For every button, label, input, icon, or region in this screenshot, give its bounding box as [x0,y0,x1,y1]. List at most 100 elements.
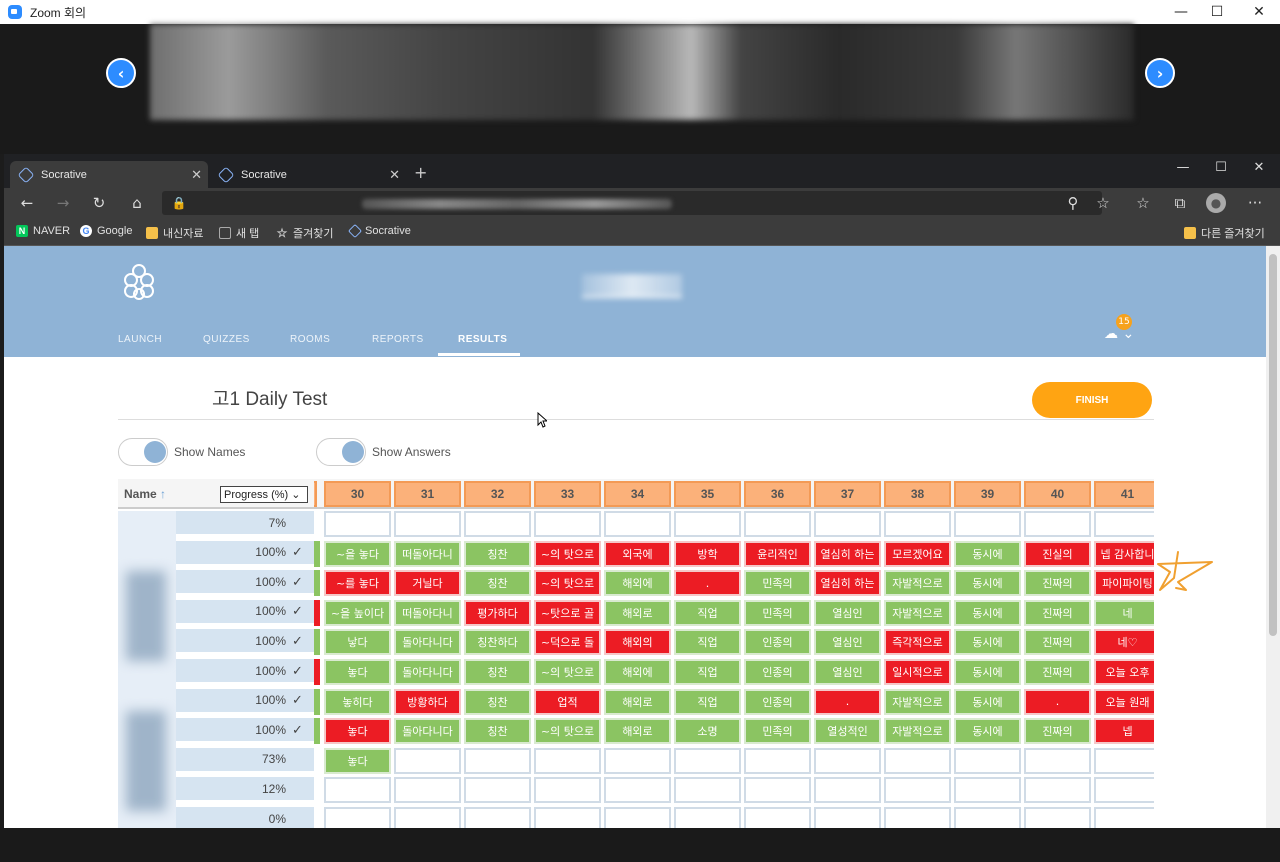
scrollbar-thumb[interactable] [1269,254,1277,636]
answer-cell-empty[interactable] [814,511,881,537]
question-header-33[interactable]: 33 [534,481,601,507]
answer-cell-correct[interactable]: 자발적으로 [884,570,951,597]
answer-cell-partial[interactable] [314,718,320,745]
progress-sort-select[interactable]: Progress (%) ⌄ [220,486,308,503]
answer-cell-wrong[interactable]: 네♡ [1094,629,1154,656]
collections-icon[interactable]: ⧉ [1169,193,1191,213]
answer-cell-empty[interactable] [1094,807,1154,828]
answer-cell-wrong[interactable]: 방학 [674,540,741,567]
answer-cell-correct[interactable]: 자발적으로 [884,718,951,745]
answer-cell-correct[interactable]: 칭찬 [464,688,531,715]
answer-cell-wrong[interactable]: 일시적으로 [884,659,951,685]
page-scrollbar[interactable] [1266,246,1280,828]
answer-cell-correct[interactable]: 자발적으로 [884,599,951,626]
answer-cell-empty[interactable] [1024,747,1091,774]
answer-cell-partial[interactable] [314,688,320,715]
question-header-41[interactable]: 41 [1094,481,1154,507]
profile-icon[interactable]: ● [1206,193,1226,213]
answer-cell-wrong[interactable]: 파이파이팅 [1094,570,1154,597]
nav-quizzes[interactable]: QUIZZES [203,334,250,345]
answer-cell-empty[interactable] [1024,777,1091,804]
tab-close-icon[interactable]: ✕ [389,167,400,183]
show-answers-toggle[interactable]: Show Answers [316,438,451,466]
answer-cell-wrong[interactable]: 넵 [1094,718,1154,745]
answer-cell-correct[interactable]: 돌아다니다 [394,659,461,685]
answer-cell-correct[interactable]: 진짜의 [1024,629,1091,656]
answer-cell-empty[interactable] [1094,747,1154,774]
bookmark-naver[interactable]: N NAVER [16,225,70,237]
answer-cell-correct[interactable]: ~의 탓으로 [534,718,601,745]
answer-cell-wrong[interactable]: ~탓으로 골 [534,599,601,626]
answer-cell-empty[interactable] [814,747,881,774]
answer-cell-correct[interactable]: 진짜의 [1024,599,1091,626]
answer-cell-empty[interactable] [604,747,671,774]
answer-cell-correct[interactable]: 동시에 [954,599,1021,626]
answer-cell-wrong[interactable]: ~의 탓으로 [534,540,601,567]
answer-cell-wrong[interactable]: ~를 놓다 [324,570,391,597]
answer-cell-correct[interactable]: 해외로 [604,599,671,626]
answer-cell-empty[interactable] [814,777,881,804]
new-tab-button[interactable]: + [414,163,427,182]
bookmark-new-tab[interactable]: 새 탭 [219,225,259,241]
answer-cell-correct[interactable]: 칭찬 [464,659,531,685]
home-icon[interactable]: ⌂ [126,193,148,213]
answer-cell-empty[interactable] [394,747,461,774]
answer-cell-empty[interactable] [674,777,741,804]
answer-cell-wrong[interactable]: 외국에 [604,540,671,567]
answer-cell-correct[interactable]: 민족의 [744,570,811,597]
answer-cell-empty[interactable] [394,777,461,804]
answer-cell-empty[interactable] [884,807,951,828]
answer-cell-correct[interactable]: 진짜의 [1024,570,1091,597]
answer-cell-empty[interactable] [954,807,1021,828]
toggle-switch[interactable] [316,438,366,466]
socrative-logo-icon[interactable] [122,264,156,300]
answer-cell-empty[interactable] [674,747,741,774]
bookmark-favorites[interactable]: ☆ 즐겨찾기 [276,225,334,241]
refresh-icon[interactable]: ↻ [88,193,110,213]
answer-cell-empty[interactable] [394,807,461,828]
answer-cell-correct[interactable]: 놓다 [324,659,391,685]
answer-cell-wrong[interactable]: 오늘 오후 [1094,659,1154,685]
answer-cell-wrong[interactable]: 방황하다 [394,688,461,715]
bookmark-folder-naesin[interactable]: 내신자료 [146,225,203,241]
name-column-header[interactable]: Name ↑ [124,487,166,501]
answer-cell-empty[interactable] [394,511,461,537]
tab-socrative-1[interactable]: Socrative ✕ [10,161,208,188]
answer-cell-correct[interactable]: 열심인 [814,599,881,626]
answer-cell-empty[interactable] [464,777,531,804]
answer-cell-empty[interactable] [1094,511,1154,537]
answer-cell-correct[interactable]: ~을 높이다 [324,599,391,626]
tab-close-icon[interactable]: ✕ [191,167,202,183]
answer-cell-wrong[interactable]: 평가하다 [464,599,531,626]
answer-cell-empty[interactable] [534,511,601,537]
answer-cell-wrong[interactable]: 오늘 원래 [1094,688,1154,715]
answer-cell-empty[interactable] [1024,511,1091,537]
answer-cell-correct[interactable]: 동시에 [954,570,1021,597]
nav-reports[interactable]: REPORTS [372,334,424,345]
answer-cell-correct[interactable]: 직업 [674,599,741,626]
question-header-32[interactable]: 32 [464,481,531,507]
answer-cell-empty[interactable] [674,807,741,828]
answer-cell-empty[interactable] [884,747,951,774]
browser-minimize-button[interactable]: — [1164,156,1202,178]
answer-cell-partial[interactable] [314,659,320,685]
answer-cell-correct[interactable]: 진짜의 [1024,718,1091,745]
show-names-toggle[interactable]: Show Names [118,438,245,466]
browser-maximize-button[interactable]: ☐ [1202,156,1240,178]
answer-cell-empty[interactable] [744,747,811,774]
answer-cell-empty[interactable] [464,807,531,828]
question-header-35[interactable]: 35 [674,481,741,507]
answer-cell-empty[interactable] [954,777,1021,804]
answer-cell-correct[interactable]: 돌아다니다 [394,629,461,656]
answer-cell-empty[interactable] [464,747,531,774]
finish-button[interactable]: FINISH [1032,382,1152,418]
answer-cell-wrong[interactable]: ~덕으로 돌 [534,629,601,656]
answer-cell-correct[interactable]: 인종의 [744,688,811,715]
answer-cell-correct[interactable]: ~을 놓다 [324,540,391,567]
question-header-36[interactable]: 36 [744,481,811,507]
question-header-37[interactable]: 37 [814,481,881,507]
answer-cell-empty[interactable] [744,511,811,537]
answer-cell-empty[interactable] [324,511,391,537]
tab-socrative-2[interactable]: Socrative ✕ [210,161,406,188]
answer-cell-empty[interactable] [884,777,951,804]
